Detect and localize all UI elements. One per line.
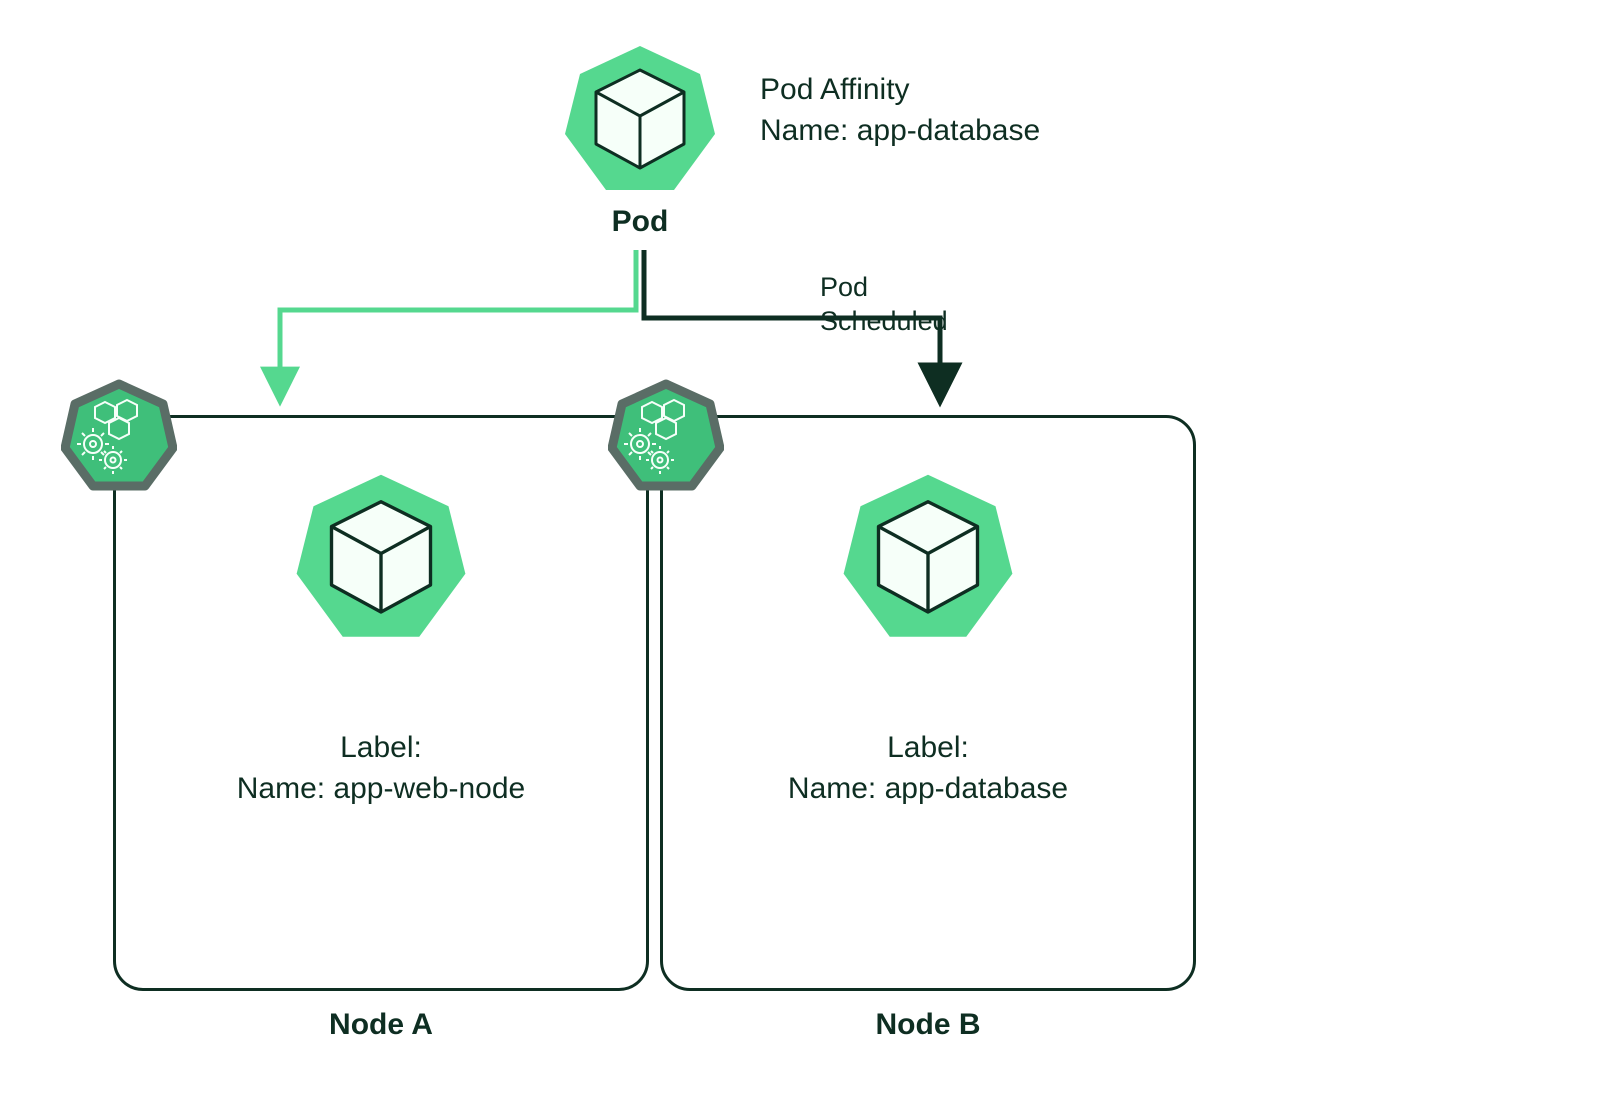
node-b-label-block: Label: Name: app-database bbox=[663, 728, 1193, 809]
affinity-text: Pod Affinity Name: app-database bbox=[760, 70, 1180, 151]
affinity-line2: Name: app-database bbox=[760, 111, 1180, 152]
node-b-title: Node B bbox=[663, 1008, 1193, 1042]
node-a-label-block: Label: Name: app-web-node bbox=[116, 728, 646, 809]
node-b-card: Label: Name: app-database Node B bbox=[660, 415, 1196, 991]
diagram-stage: Pod Pod Affinity Name: app-database Pod … bbox=[0, 0, 1600, 1112]
edge-scheduled-label: Pod Scheduled bbox=[820, 271, 1040, 339]
scheduled-line2: Scheduled bbox=[820, 305, 1040, 339]
arrow-to-node-a bbox=[280, 250, 636, 400]
scheduled-line1: Pod bbox=[820, 271, 1040, 305]
node-b-label-value: Name: app-database bbox=[663, 769, 1193, 810]
node-b-label-heading: Label: bbox=[663, 728, 1193, 769]
pod-icon bbox=[560, 40, 720, 200]
pod-icon bbox=[838, 468, 1018, 648]
affinity-line1: Pod Affinity bbox=[760, 70, 1180, 111]
node-icon bbox=[61, 378, 177, 494]
top-pod: Pod bbox=[560, 40, 720, 240]
node-a-card: Label: Name: app-web-node Node A bbox=[113, 415, 649, 991]
node-a-label-heading: Label: bbox=[116, 728, 646, 769]
node-icon bbox=[608, 378, 724, 494]
top-pod-label: Pod bbox=[560, 205, 720, 239]
node-a-label-value: Name: app-web-node bbox=[116, 769, 646, 810]
node-a-title: Node A bbox=[116, 1008, 646, 1042]
pod-icon bbox=[291, 468, 471, 648]
